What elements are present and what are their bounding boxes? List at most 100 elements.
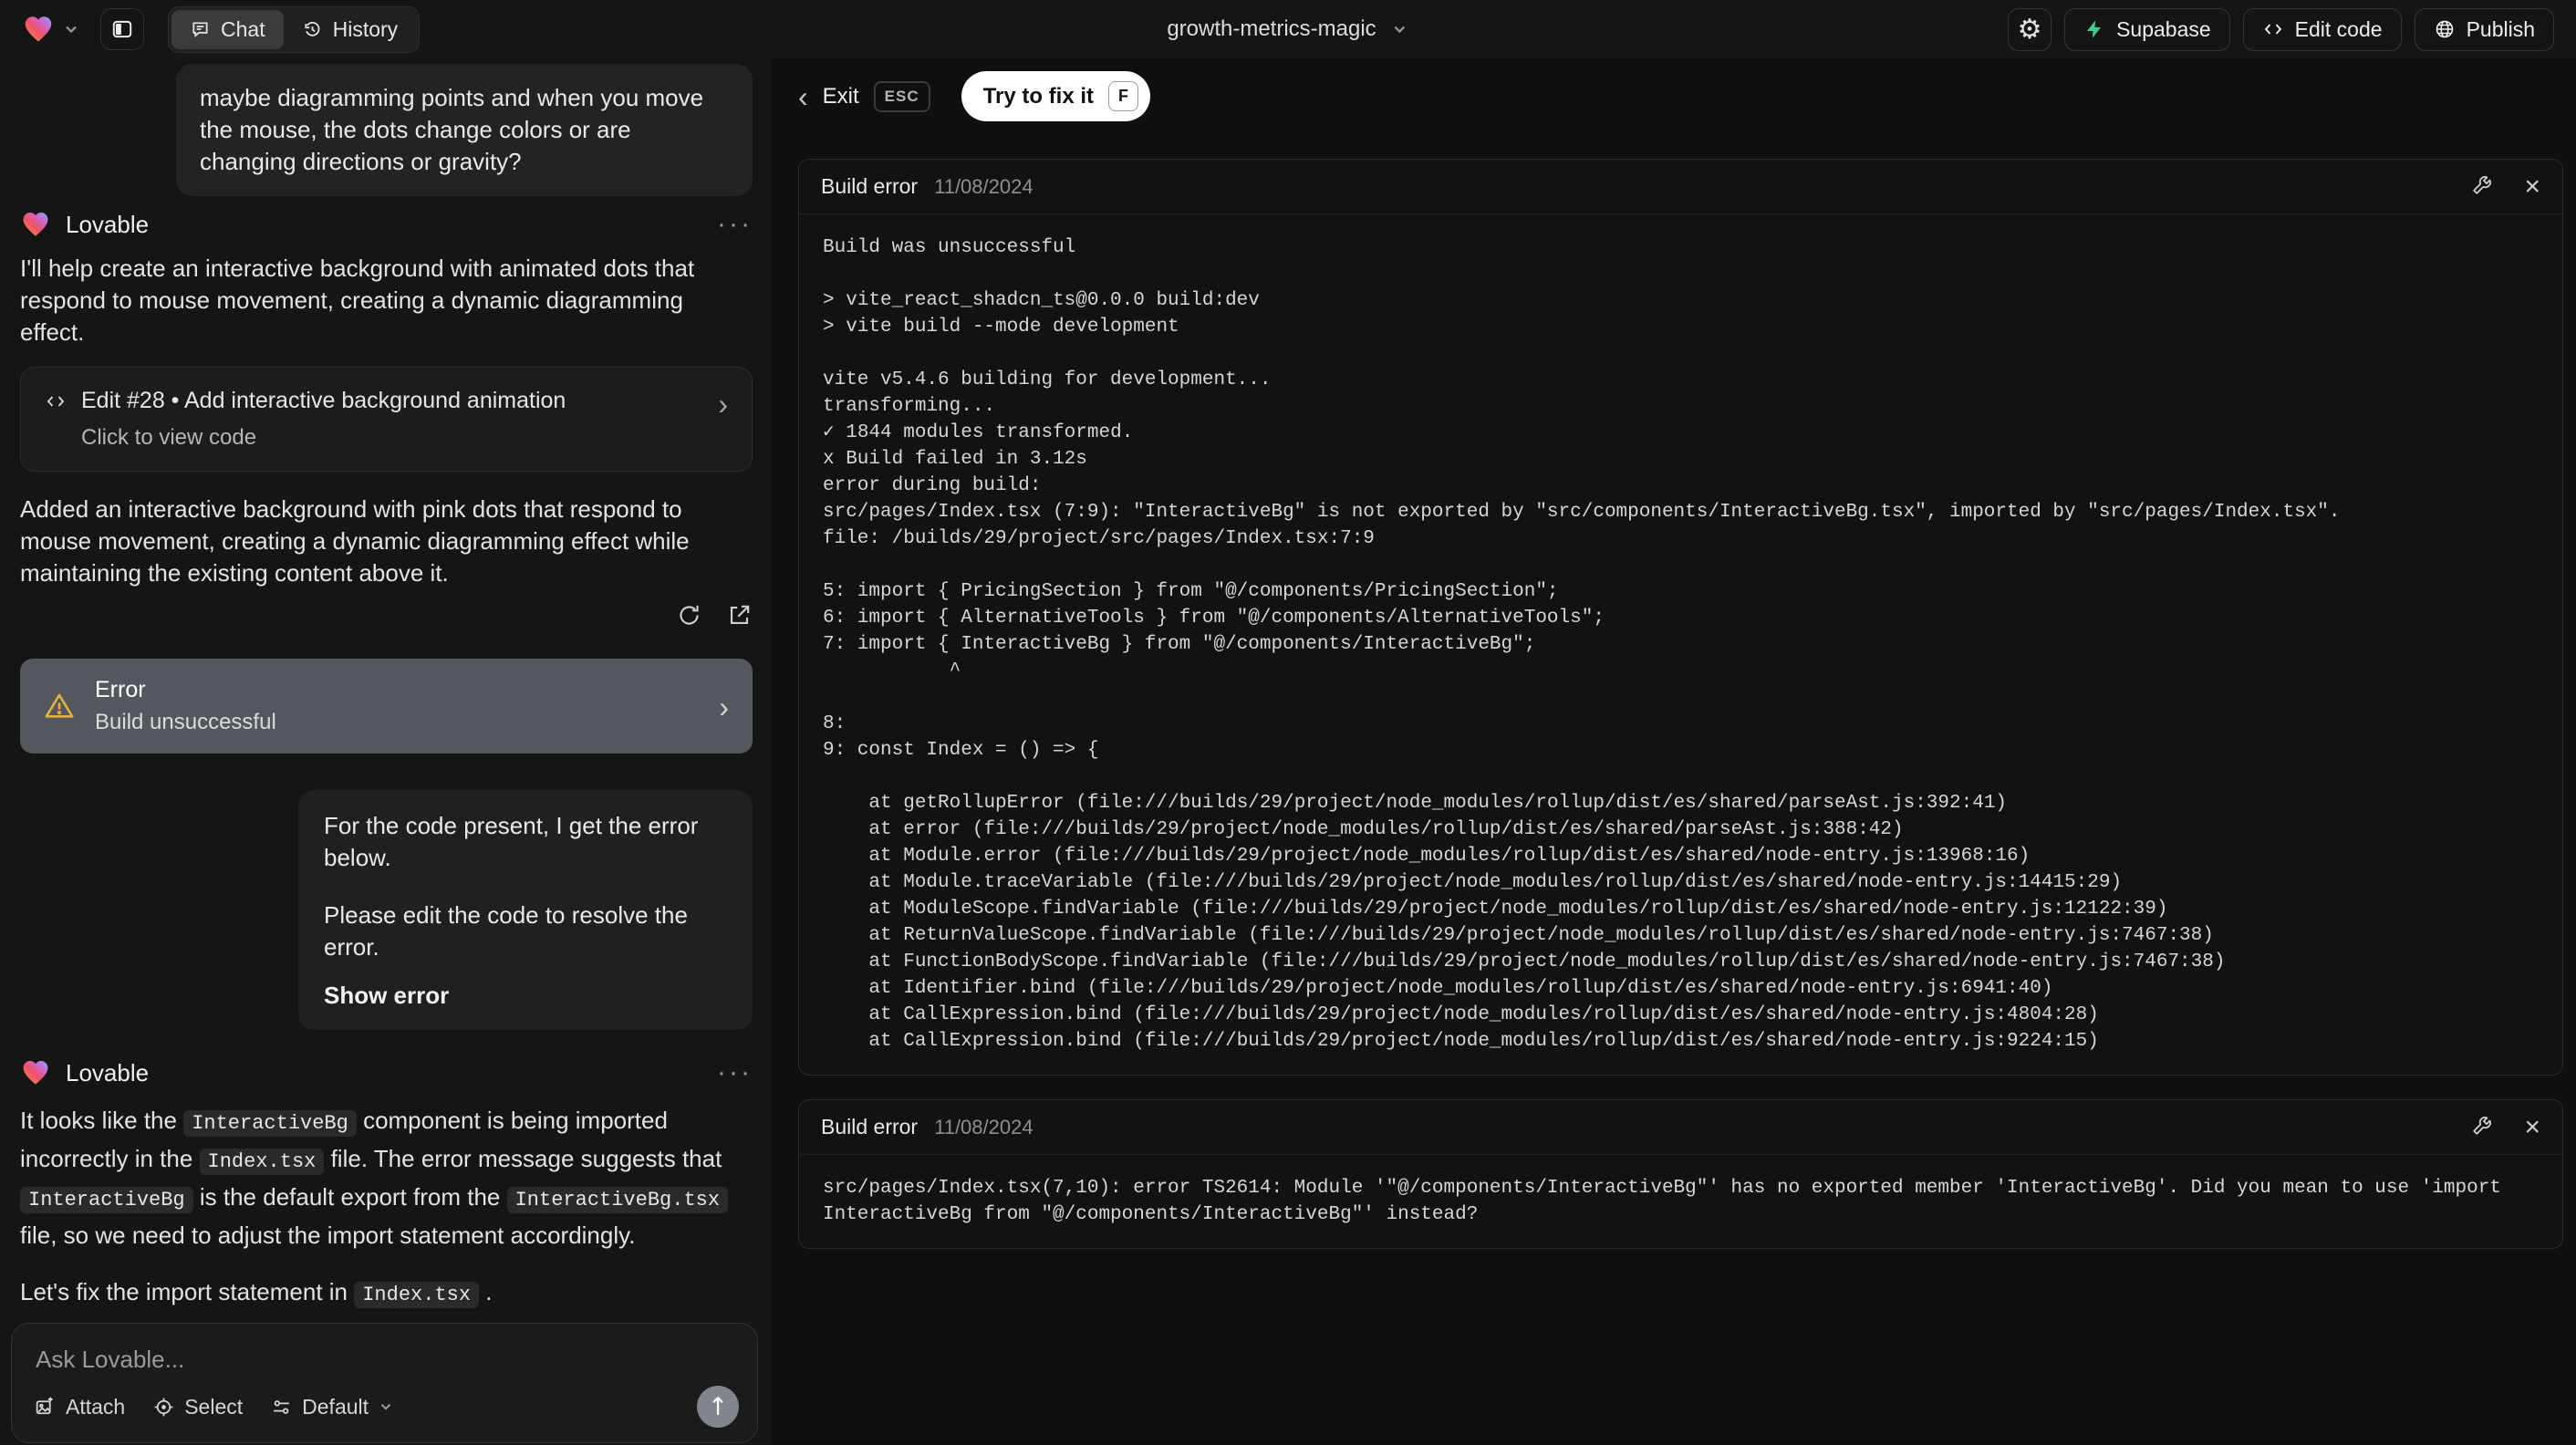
external-link-icon <box>730 605 750 625</box>
chevron-right-icon: › <box>719 691 729 723</box>
fix-panel-header: ‹ Exit ESC Try to fix it F <box>798 71 1150 121</box>
try-to-fix-label: Try to fix it <box>982 83 1094 109</box>
build-error-date: 11/08/2024 <box>934 174 1034 198</box>
panel-layout-icon <box>112 20 132 38</box>
select-label: Select <box>184 1394 244 1419</box>
user-message-line: Please edit the code to resolve the erro… <box>324 901 688 961</box>
chat-history-tabs: Chat History <box>168 5 421 53</box>
close-icon: × <box>2524 1111 2540 1142</box>
build-error-title: Build error <box>821 1115 919 1138</box>
chat-bubble-icon <box>192 21 208 37</box>
project-name: growth-metrics-magic <box>1167 16 1376 41</box>
assistant-name: Lovable <box>66 210 150 238</box>
error-card-text: Error Build unsuccessful <box>95 677 276 735</box>
chevron-down-icon <box>66 26 77 34</box>
topbar-actions: ⚙ Supabase Edit code Publish <box>2008 7 2554 51</box>
more-menu-button[interactable]: ··· <box>717 1057 753 1088</box>
tab-chat-label: Chat <box>221 16 265 41</box>
edit-card-body: Edit #28 • Add interactive background an… <box>45 388 718 451</box>
assistant-intro-text: I'll help create an interactive backgrou… <box>20 255 695 346</box>
close-button[interactable]: × <box>2524 171 2540 202</box>
refresh-icon <box>680 605 699 625</box>
send-button[interactable]: ↑ <box>697 1386 739 1428</box>
build-error-actions: × <box>2470 171 2540 202</box>
user-message: For the code present, I get the error be… <box>298 790 753 1030</box>
chat-input-box: Attach Select Default <box>11 1323 758 1443</box>
edit-card-subtitle: Click to view code <box>81 425 257 450</box>
error-card-title: Error <box>95 677 146 702</box>
show-error-link[interactable]: Show error <box>324 982 449 1010</box>
tab-chat[interactable]: Chat <box>171 9 284 49</box>
chat-input-actions: Attach Select Default ↑ <box>34 1386 739 1428</box>
tab-history-label: History <box>332 16 399 41</box>
try-to-fix-button[interactable]: Try to fix it F <box>961 71 1150 121</box>
chevron-left-icon: ‹ <box>798 79 808 113</box>
fix-with-ai-button[interactable] <box>2470 174 2493 200</box>
lovable-logo-menu[interactable] <box>22 13 80 46</box>
build-error-header: Build error 11/08/2024 × <box>799 160 2562 214</box>
mode-selector[interactable]: Default <box>270 1395 394 1419</box>
message-actions <box>20 602 753 631</box>
gear-icon: ⚙ <box>2017 13 2042 46</box>
build-error-log[interactable]: src/pages/Index.tsx(7,10): error TS2614:… <box>799 1155 2562 1248</box>
code-icon <box>2264 24 2281 35</box>
tab-history[interactable]: History <box>284 10 417 49</box>
assistant-fix-text: Let's fix the import statement in Index.… <box>20 1278 493 1308</box>
sidebar-toggle-button[interactable] <box>100 8 144 50</box>
mode-label: Default <box>302 1394 369 1419</box>
attach-label: Attach <box>66 1394 126 1419</box>
fix-with-ai-button[interactable] <box>2470 1115 2493 1140</box>
settings-button[interactable]: ⚙ <box>2008 7 2052 51</box>
build-error-actions: × <box>2470 1111 2540 1142</box>
target-icon <box>154 1398 173 1416</box>
build-error-chat-card[interactable]: Error Build unsuccessful › <box>20 659 753 754</box>
supabase-button[interactable]: Supabase <box>2064 7 2230 51</box>
user-message-line: For the code present, I get the error be… <box>324 812 699 871</box>
open-preview-button[interactable] <box>726 602 753 631</box>
more-icon: ··· <box>717 209 753 239</box>
more-menu-button[interactable]: ··· <box>717 209 753 240</box>
exit-button[interactable]: ‹ Exit ESC <box>798 79 930 113</box>
warning-triangle-icon <box>45 693 74 718</box>
f-key-badge: F <box>1108 81 1138 111</box>
lovable-heart-icon <box>23 1060 48 1085</box>
build-error-log[interactable]: Build was unsuccessful > vite_react_shad… <box>799 214 2562 1075</box>
wrench-icon <box>2473 1116 2492 1135</box>
chat-message-list[interactable]: maybe diagramming points and when you mo… <box>0 58 771 1323</box>
history-icon <box>305 21 319 36</box>
edit-card-28[interactable]: Edit #28 • Add interactive background an… <box>20 367 753 472</box>
sliders-icon <box>274 1399 289 1414</box>
build-error-panel-2: Build error 11/08/2024 × src/pages/Index… <box>798 1099 2563 1249</box>
edit-card-title: Edit #28 • Add interactive background an… <box>81 388 566 413</box>
assistant-name: Lovable <box>66 1058 150 1086</box>
chat-input[interactable] <box>36 1346 733 1388</box>
edit-code-button[interactable]: Edit code <box>2242 7 2402 51</box>
exit-label: Exit <box>822 83 859 109</box>
topbar-left: Chat History <box>22 5 421 53</box>
esc-key-badge: ESC <box>873 80 930 112</box>
publish-label: Publish <box>2466 16 2535 41</box>
close-button[interactable]: × <box>2524 1111 2540 1142</box>
publish-button[interactable]: Publish <box>2414 7 2554 51</box>
assistant-fix-text: It looks like the InteractiveBg componen… <box>20 1103 753 1253</box>
project-switcher[interactable]: growth-metrics-magic <box>1167 16 1408 42</box>
close-icon: × <box>2524 171 2540 202</box>
build-error-header: Build error 11/08/2024 × <box>799 1100 2562 1155</box>
wrench-icon <box>2473 175 2492 194</box>
chevron-down-icon <box>380 1404 391 1410</box>
error-fix-panel: ‹ Exit ESC Try to fix it F Build error 1… <box>771 58 2576 1445</box>
select-element-button[interactable]: Select <box>152 1395 243 1419</box>
chevron-down-icon <box>1394 26 1406 34</box>
attach-button[interactable]: Attach <box>34 1395 125 1419</box>
build-error-title: Build error <box>821 174 919 198</box>
topbar: Chat History growth-metrics-magic ⚙ Supa… <box>0 0 2576 58</box>
build-error-cards: Build error 11/08/2024 × Build was unsuc… <box>798 159 2563 1249</box>
build-error-date: 11/08/2024 <box>934 1115 1034 1138</box>
restore-button[interactable] <box>676 602 702 631</box>
main-layout: maybe diagramming points and when you mo… <box>0 58 2576 1445</box>
arrow-up-icon: ↑ <box>707 1392 729 1421</box>
chevron-right-icon: › <box>718 388 728 421</box>
assistant-header: Lovable ··· <box>20 1057 753 1088</box>
globe-icon <box>2436 20 2453 38</box>
code-icon <box>47 395 65 407</box>
